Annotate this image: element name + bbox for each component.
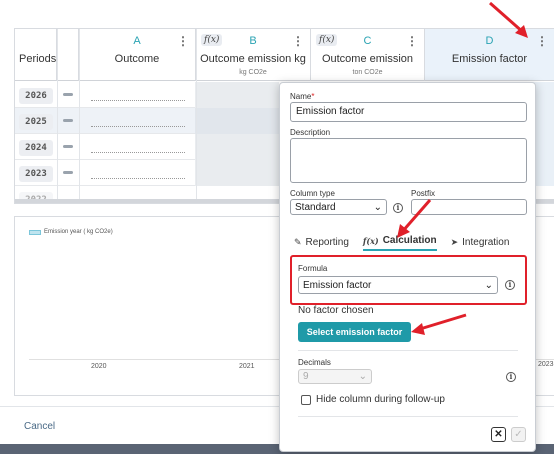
column-letter: D — [485, 35, 494, 47]
column-d-header[interactable]: D ⋮ Emission factor — [425, 29, 554, 81]
chevron-down-icon: ⌄ — [373, 201, 382, 213]
decimals-select[interactable]: 9 ⌄ — [298, 369, 372, 384]
column-type-select[interactable]: Standard ⌄ — [290, 199, 387, 215]
column-head-marker — [57, 29, 79, 81]
formula-select[interactable]: Emission factor ⌄ — [298, 276, 498, 294]
send-icon: ➤ — [450, 236, 459, 247]
info-icon[interactable]: i — [506, 372, 516, 382]
legend-swatch — [29, 229, 41, 235]
cancel-button[interactable]: Cancel — [24, 421, 55, 432]
period-badge: 2025 — [19, 114, 53, 130]
tab-calculation[interactable]: f(x) Calculation — [362, 233, 437, 251]
required-marker: * — [311, 92, 315, 101]
chevron-down-icon: ⌄ — [358, 371, 367, 382]
outcome-input[interactable] — [91, 100, 185, 101]
column-a-header[interactable]: A ⋮ Outcome — [79, 29, 196, 81]
row-marker — [63, 93, 73, 96]
name-field[interactable]: Emission factor — [290, 102, 527, 122]
settings-tabs: ✎ Reporting f(x) Calculation ➤ Integrati… — [294, 233, 528, 251]
column-title: Outcome emission — [321, 53, 414, 65]
decimals-label: Decimals — [298, 358, 331, 367]
postfix-field[interactable] — [411, 199, 527, 215]
info-icon[interactable]: i — [505, 280, 515, 290]
row-marker — [63, 171, 73, 174]
column-settings-popup: Name* Emission factor Description Column… — [279, 82, 536, 452]
description-label: Description — [290, 128, 331, 137]
outcome-input[interactable] — [91, 178, 185, 179]
column-menu-icon[interactable]: ⋮ — [406, 34, 418, 48]
column-menu-icon[interactable]: ⋮ — [536, 34, 548, 48]
hide-column-label: Hide column during follow-up — [316, 394, 445, 405]
periods-header: Periods — [15, 29, 57, 81]
select-emission-factor-button[interactable]: Select emission factor — [298, 322, 411, 342]
tab-integration[interactable]: ➤ Integration — [451, 233, 510, 251]
column-unit: kg CO2e — [239, 69, 267, 76]
row-marker — [63, 145, 73, 148]
divider — [298, 416, 518, 417]
column-b-header[interactable]: f(x) B ⋮ Outcome emission kg kg CO2e — [196, 29, 311, 81]
column-title: Emission factor — [451, 53, 528, 65]
formula-value: Emission factor — [303, 279, 372, 291]
edit-icon: ✎ — [294, 236, 302, 247]
name-label: Name* — [290, 92, 315, 101]
formula-label: Formula — [298, 264, 328, 273]
decimals-value: 9 — [303, 371, 309, 382]
x-tick-label: 2020 — [91, 363, 107, 370]
column-type-label: Column type — [290, 189, 335, 198]
column-title: Outcome — [114, 53, 160, 65]
formula-icon: f(x) — [362, 235, 379, 246]
outcome-input[interactable] — [91, 152, 185, 153]
confirm-button[interactable]: ✓ — [511, 427, 526, 442]
description-field[interactable] — [290, 138, 527, 183]
column-c-header[interactable]: f(x) C ⋮ Outcome emission ton CO2e — [311, 29, 425, 81]
hide-column-checkbox[interactable] — [301, 395, 311, 405]
column-title: Outcome emission kg — [200, 53, 306, 65]
column-menu-icon[interactable]: ⋮ — [177, 34, 189, 48]
close-button[interactable]: ✕ — [491, 427, 506, 442]
chevron-down-icon: ⌄ — [484, 279, 493, 291]
period-badge: 2026 — [19, 88, 53, 104]
column-menu-icon[interactable]: ⋮ — [292, 34, 304, 48]
tab-reporting[interactable]: ✎ Reporting — [294, 233, 349, 251]
postfix-label: Postfix — [411, 189, 436, 198]
x-tick-label: 2023 — [538, 361, 554, 368]
chart-legend: Emission year ( kg CO2e) — [29, 229, 113, 235]
column-type-value: Standard — [295, 201, 336, 213]
column-unit: ton CO2e — [352, 69, 383, 76]
x-tick-label: 2021 — [239, 363, 255, 370]
period-badge: 2023 — [19, 166, 53, 182]
divider — [298, 350, 518, 351]
no-factor-text: No factor chosen — [298, 305, 374, 316]
outcome-input[interactable] — [91, 126, 185, 127]
legend-label: Emission year ( kg CO2e) — [44, 229, 113, 235]
row-marker — [63, 119, 73, 122]
info-icon[interactable]: i — [393, 203, 403, 213]
period-badge: 2024 — [19, 140, 53, 156]
